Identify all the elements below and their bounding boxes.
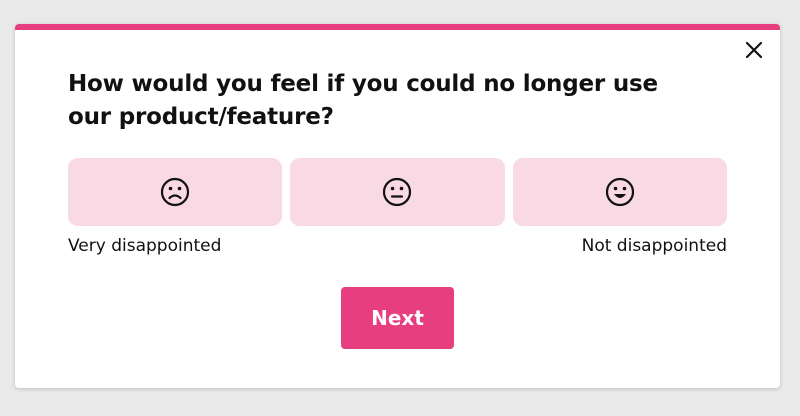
rating-options [68,158,727,226]
next-button[interactable]: Next [341,287,454,349]
close-icon [744,40,764,60]
accent-bar [15,24,780,30]
happy-face-icon [605,177,635,207]
survey-question: How would you feel if you could no longe… [68,71,658,130]
option-somewhat-disappointed[interactable] [290,158,505,226]
option-not-disappointed[interactable] [512,158,727,226]
scale-label-high: Not disappointed [581,236,727,256]
option-very-disappointed[interactable] [68,158,283,226]
close-button[interactable] [744,40,764,60]
sad-face-icon [160,177,190,207]
neutral-face-icon [382,177,412,207]
scale-label-low: Very disappointed [68,236,222,256]
survey-modal: How would you feel if you could no longe… [15,24,780,388]
